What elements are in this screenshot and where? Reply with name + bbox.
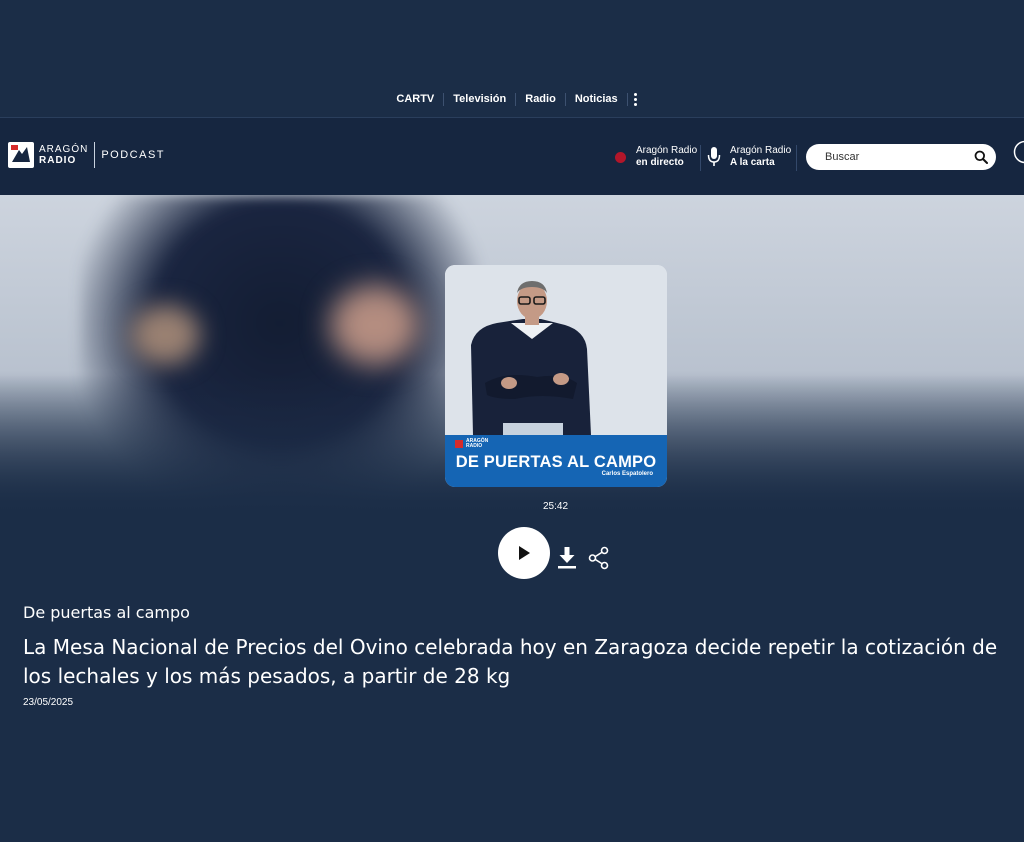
- user-account-icon[interactable]: [1013, 140, 1024, 164]
- share-icon[interactable]: [588, 546, 610, 570]
- host-photo: [445, 265, 667, 435]
- episode-duration: 25:42: [542, 501, 569, 512]
- download-icon[interactable]: [557, 546, 577, 570]
- on-demand-line1: Aragón Radio: [730, 145, 792, 156]
- hero-blur-detail: [330, 285, 420, 365]
- play-button[interactable]: [498, 527, 550, 579]
- top-nav-links: CARTV Televisión Radio Noticias: [0, 93, 1024, 106]
- more-menu-icon[interactable]: [633, 93, 637, 106]
- search-input[interactable]: [823, 150, 974, 164]
- logo-divider: [94, 142, 96, 168]
- search-icon[interactable]: [974, 150, 988, 164]
- cover-logo-text: ARAGÓN RADIO: [466, 439, 488, 449]
- play-icon: [519, 546, 530, 560]
- cover-logo: ARAGÓN RADIO: [455, 439, 488, 449]
- logo-line2: RADIO: [39, 155, 77, 166]
- episode-date: 23/05/2025: [23, 697, 74, 708]
- hero-blur-detail: [130, 305, 200, 365]
- live-radio-link[interactable]: Aragón Radio en directo: [615, 145, 697, 169]
- on-demand-link[interactable]: Aragón Radio A la carta: [707, 145, 791, 169]
- nav-link-radio[interactable]: Radio: [516, 93, 566, 106]
- logo-text: ARAGÓN RADIO: [39, 144, 88, 166]
- cover-host: Carlos Espatolero: [601, 471, 653, 477]
- logo-line1: ARAGÓN: [39, 144, 89, 155]
- cover-logo-icon: [455, 440, 463, 448]
- logo-section: PODCAST: [101, 149, 166, 161]
- on-demand-label: Aragón Radio A la carta: [730, 145, 791, 169]
- microphone-icon: [707, 147, 721, 166]
- program-name[interactable]: De puertas al campo: [23, 603, 190, 622]
- live-line2: en directo: [636, 157, 684, 168]
- live-radio-label: Aragón Radio en directo: [636, 145, 697, 169]
- search-box: [806, 144, 996, 170]
- live-dot-icon: [615, 151, 626, 163]
- on-demand-line2: A la carta: [730, 157, 775, 168]
- episode-title: La Mesa Nacional de Precios del Ovino ce…: [23, 635, 998, 688]
- site-header: ARAGÓN RADIO PODCAST Aragón Radio en dir…: [0, 117, 1024, 196]
- aragon-radio-logo-icon: [8, 142, 34, 168]
- nav-link-noticias[interactable]: Noticias: [566, 93, 628, 106]
- header-divider: [700, 145, 701, 171]
- aragon-radio-podcast-logo[interactable]: ARAGÓN RADIO PODCAST: [8, 142, 165, 168]
- cover-brand-line2: RADIO: [466, 443, 483, 449]
- cover-title: DE PUERTAS AL CAMPO: [455, 453, 657, 471]
- podcast-cover[interactable]: ARAGÓN RADIO DE PUERTAS AL CAMPO Carlos …: [445, 265, 667, 487]
- top-navigation: CARTV Televisión Radio Noticias: [0, 0, 1024, 117]
- cover-title-band: ARAGÓN RADIO DE PUERTAS AL CAMPO Carlos …: [445, 435, 667, 487]
- nav-link-television[interactable]: Televisión: [444, 93, 517, 106]
- live-line1: Aragón Radio: [636, 145, 698, 156]
- nav-link-cartv[interactable]: CARTV: [387, 93, 445, 106]
- header-divider: [796, 145, 797, 171]
